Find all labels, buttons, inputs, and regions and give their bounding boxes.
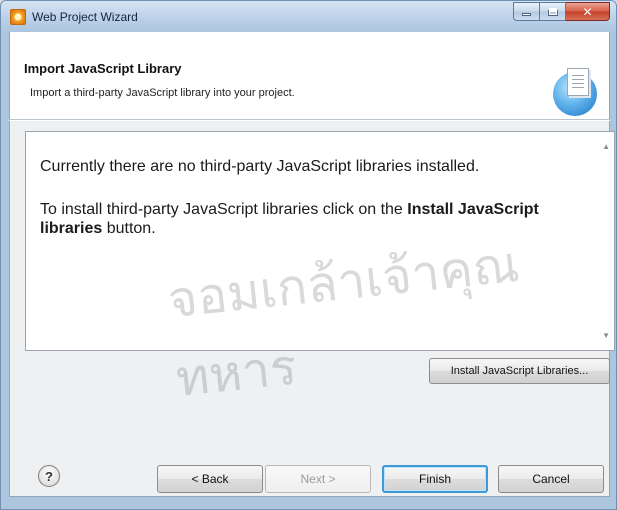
scroll-down-arrow-icon[interactable]: ▼ (602, 331, 610, 340)
close-icon: ✕ (582, 4, 593, 19)
install-javascript-libraries-button[interactable]: Install JavaScript Libraries... (429, 358, 610, 384)
title-bar[interactable]: Web Project Wizard ✕ (1, 1, 616, 32)
minimize-button[interactable] (513, 2, 540, 21)
install-instructions: To install third-party JavaScript librar… (40, 200, 580, 238)
maximize-button[interactable] (540, 2, 566, 21)
cancel-button[interactable]: Cancel (498, 465, 604, 493)
library-message-panel: Currently there are no third-party JavaS… (25, 131, 615, 351)
no-libraries-message: Currently there are no third-party JavaS… (40, 158, 480, 175)
minimize-icon (522, 13, 531, 16)
wizard-header: Import JavaScript Library Import a third… (9, 32, 610, 119)
back-button[interactable]: < Back (157, 465, 263, 493)
help-icon: ? (45, 468, 53, 484)
instructions-suffix: button. (102, 220, 156, 237)
wizard-app-icon (10, 9, 26, 25)
wizard-window: Web Project Wizard ✕ Import JavaScript L… (0, 0, 617, 510)
window-controls: ✕ (513, 2, 610, 21)
help-button[interactable]: ? (38, 465, 60, 487)
maximize-icon (547, 7, 558, 16)
finish-button[interactable]: Finish (382, 465, 488, 493)
next-button[interactable]: Next > (265, 465, 371, 493)
window-title: Web Project Wizard (32, 10, 138, 24)
close-button[interactable]: ✕ (566, 2, 610, 21)
library-document-icon (553, 68, 597, 116)
page-description: Import a third-party JavaScript library … (30, 87, 295, 99)
scroll-up-arrow-icon[interactable]: ▲ (602, 142, 610, 151)
instructions-prefix: To install third-party JavaScript librar… (40, 201, 408, 218)
page-title: Import JavaScript Library (24, 61, 182, 76)
